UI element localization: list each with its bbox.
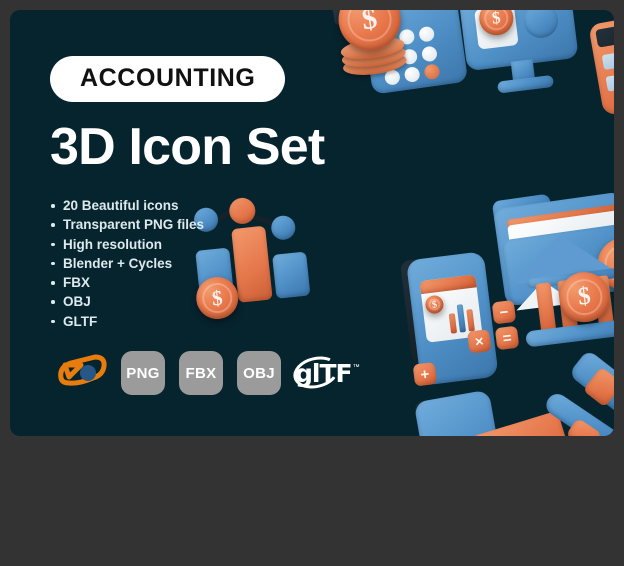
format-badge-row: PNG FBX OBJ glTF ™	[55, 351, 367, 395]
feature-item: High resolution	[50, 235, 380, 254]
operator-plus: +	[412, 361, 438, 387]
fbx-badge[interactable]: FBX	[179, 351, 223, 395]
icon-bank-dollar: $	[507, 224, 614, 364]
operator-equals: =	[494, 325, 520, 351]
asset-info-bar: 3D Accounting $20 by Eklip Studio in 3D …	[0, 436, 624, 566]
asset-preview-page: $ $ $ $ + − × = $ ACCOUNTING 3D Icon Set…	[0, 0, 624, 566]
feature-item: Blender + Cycles	[50, 254, 380, 273]
icon-monitor-dollar: $	[458, 10, 592, 109]
icon-phone-analytics: $ + − × =	[399, 246, 546, 401]
card-text-content: ACCOUNTING 3D Icon Set 20 Beautiful icon…	[50, 56, 380, 331]
category-badge[interactable]: ACCOUNTING	[50, 56, 286, 102]
obj-badge[interactable]: OBJ	[237, 351, 281, 395]
png-badge[interactable]: PNG	[121, 351, 165, 395]
icon-calculator-edge	[588, 12, 614, 119]
icon-set-title: 3D Icon Set	[50, 118, 325, 176]
feature-item: GLTF	[50, 312, 380, 331]
operator-minus: −	[491, 299, 517, 325]
icon-folder-dollar: $	[491, 180, 614, 331]
icon-phone-credit-card	[413, 375, 591, 436]
feature-item: OBJ	[50, 292, 380, 311]
operator-multiply: ×	[467, 329, 492, 354]
feature-item: FBX	[50, 273, 380, 292]
feature-item: 20 Beautiful icons	[50, 196, 380, 215]
gltf-trademark: ™	[352, 363, 360, 371]
feature-list: 20 Beautiful icons Transparent PNG files…	[50, 196, 380, 331]
icon-gavel-dollar: $	[535, 349, 614, 436]
feature-item: Transparent PNG files	[50, 215, 380, 234]
gltf-icon: glTF ™	[289, 351, 367, 394]
asset-preview-card[interactable]: $ $ $ $ + − × = $ ACCOUNTING 3D Icon Set…	[10, 10, 614, 436]
blender-icon	[55, 351, 107, 395]
